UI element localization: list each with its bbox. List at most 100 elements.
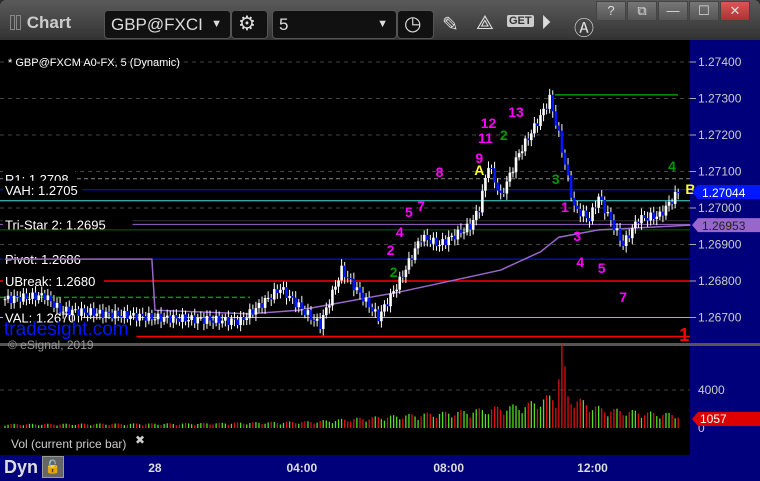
alert-button[interactable]: Ⓐ: [574, 12, 594, 41]
candle: [83, 308, 86, 313]
time-axis[interactable]: Dyn 🔓 28 04:00 08:00 12:00: [0, 455, 760, 481]
candle: [523, 138, 527, 152]
symbol-settings-button[interactable]: ⚙: [231, 10, 268, 39]
candle: [624, 235, 628, 247]
help-button[interactable]: ?: [596, 1, 626, 21]
close-study-icon[interactable]: ✖: [135, 433, 145, 447]
signal-annotation: 4: [576, 254, 584, 270]
lock-clock-icon[interactable]: 🔓: [42, 456, 64, 478]
level-label: UBreak: 1.2680: [5, 274, 95, 289]
candle: [373, 309, 377, 312]
candle: [224, 317, 227, 321]
candle: [453, 235, 457, 240]
candle: [251, 309, 255, 315]
link-window-button[interactable]: ⧉: [627, 1, 657, 21]
signal-annotation: 4: [396, 224, 404, 240]
candle: [609, 211, 613, 221]
candle: [407, 258, 411, 270]
watermark: tradesight.com: [4, 319, 129, 340]
candle: [147, 313, 151, 321]
candle: [269, 297, 273, 300]
interval-input[interactable]: 5 ▼: [272, 10, 397, 39]
volume-study-tab[interactable]: Vol (current price bar): [3, 433, 147, 455]
candle: [168, 315, 172, 323]
candle: [566, 164, 570, 176]
candle: [490, 167, 493, 169]
signal-annotation: 2: [390, 264, 398, 280]
candle: [294, 297, 297, 308]
candle: [591, 207, 594, 222]
chevron-down-icon[interactable]: ▼: [211, 11, 222, 38]
candle: [438, 245, 441, 247]
studies-button[interactable]: ⟁: [476, 12, 494, 35]
candle: [364, 297, 368, 302]
candle: [416, 241, 420, 249]
candle: [514, 157, 518, 173]
candle: [471, 219, 475, 230]
candle: [254, 308, 258, 315]
gear-icon: ⚙: [238, 13, 256, 35]
candle: [582, 210, 585, 217]
grip-icon[interactable]: [10, 15, 15, 30]
candle: [557, 125, 561, 131]
close-button[interactable]: ✕: [720, 1, 750, 21]
candle: [190, 315, 193, 321]
pane-divider[interactable]: [0, 343, 760, 346]
line-chart-icon: ⟁: [476, 12, 494, 34]
signal-annotation: 3: [552, 171, 560, 187]
candle: [526, 138, 530, 141]
candle: [116, 310, 120, 317]
grip-icon[interactable]: [16, 15, 21, 30]
candle: [135, 312, 138, 321]
candle: [233, 318, 236, 320]
candle: [401, 276, 405, 278]
candle: [34, 292, 37, 301]
candle: [643, 215, 646, 219]
candle: [456, 229, 460, 240]
chevron-down-icon[interactable]: ▼: [377, 11, 388, 38]
candle: [71, 309, 74, 315]
candle: [220, 320, 224, 324]
candle: [6, 295, 10, 300]
candle: [248, 309, 252, 319]
candle: [548, 94, 551, 109]
symbol-input[interactable]: GBP@FXCI ▼: [104, 10, 231, 39]
candle: [575, 205, 579, 209]
candle: [340, 265, 343, 281]
candle: [156, 313, 160, 320]
price-tick-label: 1.27200: [698, 128, 742, 142]
candle: [22, 293, 25, 302]
candle: [187, 320, 190, 322]
candle: [447, 236, 450, 246]
candle: [266, 297, 270, 299]
play-button[interactable]: ⏵: [541, 12, 551, 35]
candle: [291, 295, 294, 298]
minimize-button[interactable]: —: [658, 1, 688, 21]
candle: [588, 218, 591, 222]
maximize-button[interactable]: ☐: [689, 1, 719, 21]
dynamic-mode-label[interactable]: Dyn: [4, 457, 38, 478]
candle: [260, 303, 264, 308]
candle: [637, 221, 640, 224]
signal-annotation: 5: [405, 204, 413, 220]
candle: [640, 215, 643, 224]
candle: [554, 111, 558, 126]
candle: [159, 313, 163, 322]
alert-a-icon: Ⓐ: [574, 18, 594, 40]
candle: [315, 318, 319, 321]
interval-clock-button[interactable]: ◷: [397, 10, 434, 39]
candle: [634, 221, 637, 229]
candle: [123, 310, 126, 318]
candle: [481, 190, 484, 213]
candle: [661, 211, 665, 216]
candle: [92, 308, 96, 316]
candle: [422, 234, 426, 242]
price-chart[interactable]: R1: 1.2708VAH: 1.2705HRT: 1.2697Tri-Star…: [0, 40, 760, 456]
candle: [101, 309, 105, 318]
draw-pencil-button[interactable]: ✎: [442, 12, 459, 37]
get-button[interactable]: GET: [507, 15, 534, 27]
candle: [389, 293, 392, 307]
candle: [386, 304, 389, 307]
candle: [245, 318, 249, 321]
candle: [263, 298, 267, 308]
